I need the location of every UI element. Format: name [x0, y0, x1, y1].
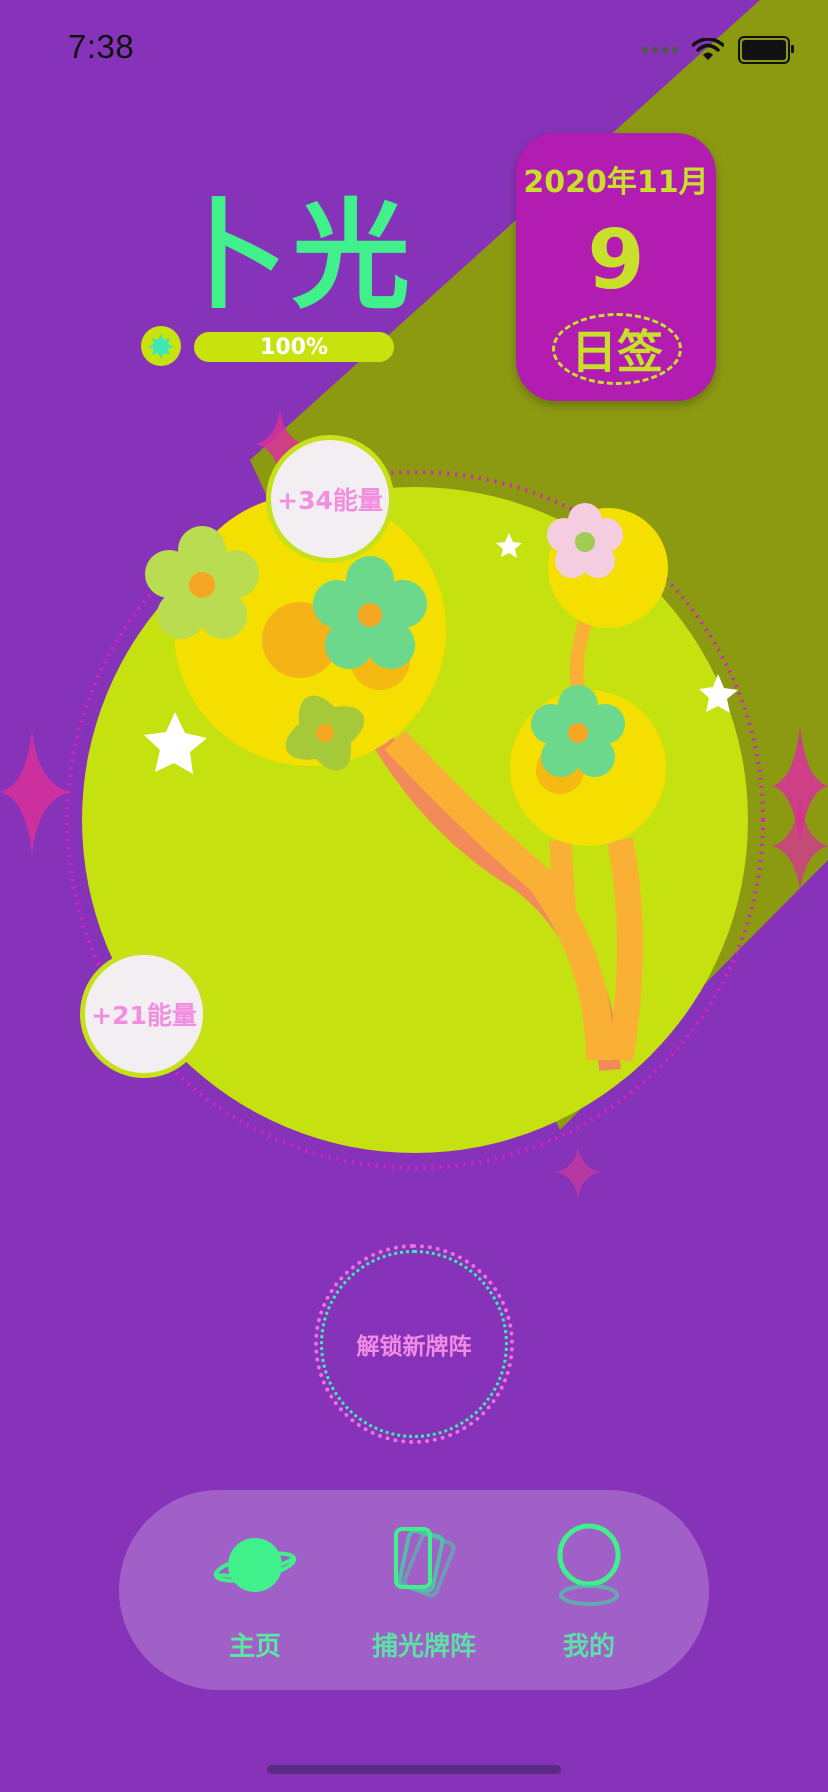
energy-bubble-34[interactable]: +34能量 — [266, 435, 394, 563]
energy-progress-label: 100% — [260, 334, 328, 360]
unlock-ring-inner — [320, 1250, 508, 1438]
tab-light-spread-label: 捕光牌阵 — [371, 1632, 476, 1662]
page-title: 卜光 — [170, 187, 415, 325]
status-time: 7:38 — [68, 28, 135, 65]
tab-profile[interactable]: 我的 — [524, 1490, 654, 1690]
unlock-new-spread-button[interactable]: 解锁新牌阵 — [314, 1244, 514, 1444]
cards-icon — [379, 1520, 469, 1610]
profile-icon — [544, 1520, 634, 1610]
card-day: 9 — [587, 213, 645, 308]
cellular-signal-icon — [642, 47, 678, 53]
energy-bubble-label: +34能量 — [277, 486, 383, 515]
energy-badge-icon — [141, 326, 181, 366]
battery-icon — [738, 36, 794, 64]
status-icons — [642, 36, 794, 64]
planet-icon — [210, 1520, 300, 1610]
wifi-icon — [692, 38, 724, 60]
energy-bubble-label: +21能量 — [91, 1001, 197, 1030]
home-indicator — [267, 1765, 561, 1774]
energy-bubble-21[interactable]: +21能量 — [80, 950, 208, 1078]
tab-home[interactable]: 主页 — [185, 1490, 325, 1690]
card-year-month: 2020年11月 — [523, 165, 709, 200]
tab-light-spread[interactable]: 捕光牌阵 — [351, 1490, 497, 1690]
daily-sign-button[interactable]: 日签 — [552, 313, 682, 385]
tab-home-label: 主页 — [228, 1632, 281, 1662]
daily-sign-card[interactable]: 2020年11月 9 日签 — [516, 133, 716, 401]
daily-sign-label: 日签 — [571, 325, 663, 379]
tab-profile-label: 我的 — [562, 1632, 615, 1662]
bottom-tab-bar: 主页 捕光牌阵 我的 — [119, 1490, 709, 1690]
energy-progress-bar: 100% — [194, 332, 394, 362]
